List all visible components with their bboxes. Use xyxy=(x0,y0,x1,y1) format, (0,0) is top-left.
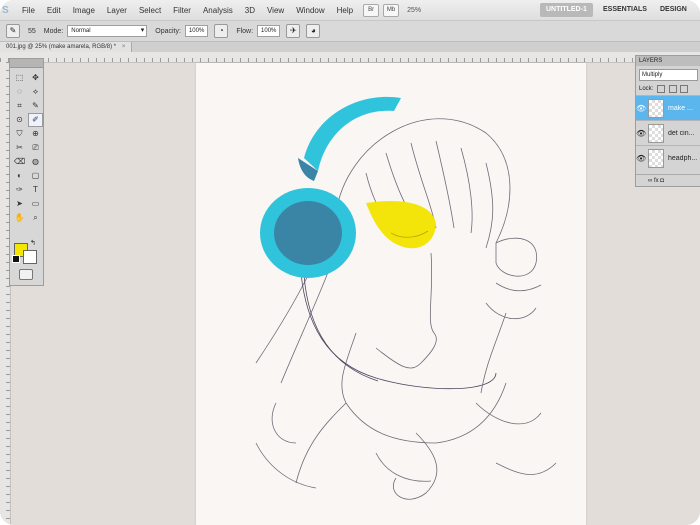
flow-field[interactable]: 100% xyxy=(257,25,281,37)
menu-view[interactable]: View xyxy=(261,6,290,15)
layers-panel: LAYERS Multiply Lock: 👁 make ... 👁 det c… xyxy=(635,55,700,187)
tools-panel: ⬚ ✥ ◌ ⟡ ⌗ ✎ ⊙ ✐ ⛉ ⊕ ✂ ⎚ ⌫ ◍ ◐ ▢ ✑ T ➤ ▭ … xyxy=(9,58,44,286)
lock-label: Lock: xyxy=(639,86,654,92)
lock-pixels-icon[interactable] xyxy=(668,85,677,93)
layer-row[interactable]: 👁 headph... xyxy=(636,145,700,170)
layer-thumbnail xyxy=(648,98,664,118)
eye-icon[interactable]: 👁 xyxy=(636,154,646,163)
brush-preset-icon[interactable]: ✎ xyxy=(6,24,20,38)
blend-mode-select[interactable]: Multiply xyxy=(639,69,698,81)
brush-size[interactable]: 55 xyxy=(28,28,36,35)
layer-name: det cin... xyxy=(668,129,695,137)
default-colors-icon[interactable] xyxy=(12,255,20,263)
zoom-level[interactable]: 25% xyxy=(407,7,421,14)
menu-select[interactable]: Select xyxy=(133,6,167,15)
zoom-tool-icon[interactable]: ⌕ xyxy=(29,212,42,224)
quick-mask-icon[interactable] xyxy=(19,269,33,280)
spot-healing-tool-icon[interactable]: ⊙ xyxy=(13,114,26,126)
menu-analysis[interactable]: Analysis xyxy=(197,6,239,15)
workspace-design-button[interactable]: DESIGN xyxy=(660,3,687,17)
menu-help[interactable]: Help xyxy=(331,6,359,15)
lock-position-icon[interactable] xyxy=(680,85,689,93)
flower-outline xyxy=(495,237,538,277)
clone-stamp-tool-icon[interactable]: ⛉ xyxy=(13,128,26,140)
menu-layer[interactable]: Layer xyxy=(101,6,133,15)
document-tab[interactable]: 001.jpg @ 25% (make amarela, RGB/8) * × xyxy=(0,42,133,52)
yellow-eye-shade xyxy=(366,200,436,249)
tools-panel-grip[interactable] xyxy=(10,59,43,68)
mini-bridge-button[interactable]: Mb xyxy=(383,3,400,17)
move-tool-icon[interactable]: ✥ xyxy=(29,72,42,84)
eraser-tool-icon[interactable]: ✂ xyxy=(13,142,26,154)
hand-tool-icon[interactable]: ✋ xyxy=(13,212,26,224)
pen-tool-icon[interactable]: ◐ xyxy=(13,170,26,182)
pressure-size-icon[interactable]: ◕ xyxy=(306,24,321,38)
eyedropper-tool-icon[interactable]: ✎ xyxy=(29,100,42,112)
horizontal-ruler xyxy=(0,52,700,63)
bridge-button[interactable]: Br xyxy=(363,3,380,17)
lock-row: Lock: xyxy=(639,85,698,93)
layer-row[interactable]: 👁 make ... xyxy=(636,95,700,120)
headphone-cup-inner xyxy=(274,201,342,265)
document-canvas[interactable] xyxy=(196,63,586,525)
brush-tool-icon[interactable]: ✐ xyxy=(28,113,43,127)
blur-tool-icon[interactable]: ⌫ xyxy=(13,156,26,168)
headphone-cable xyxy=(300,272,497,390)
menu-edit[interactable]: Edit xyxy=(41,6,67,15)
lock-transparent-icon[interactable] xyxy=(657,85,666,93)
layers-footer-icons[interactable]: ∞ fx ◘ xyxy=(636,174,700,186)
path-selection-tool-icon[interactable]: ✑ xyxy=(13,184,26,196)
lasso-tool-icon[interactable]: ◌ xyxy=(13,86,26,98)
mode-select[interactable]: Normal xyxy=(67,25,148,37)
menu-file[interactable]: File xyxy=(16,6,41,15)
dodge-tool-icon[interactable]: ◍ xyxy=(29,156,42,168)
app-logo: S xyxy=(2,4,9,16)
history-brush-tool-icon[interactable]: ⊕ xyxy=(29,128,42,140)
layer-name: headph... xyxy=(668,154,698,162)
crop-tool-icon[interactable]: ⌗ xyxy=(13,100,26,112)
layers-panel-title[interactable]: LAYERS xyxy=(636,56,700,66)
pressure-opacity-icon[interactable]: ◔ xyxy=(214,24,229,38)
artwork xyxy=(255,96,557,500)
workspace-essentials-button[interactable]: ESSENTIALS xyxy=(603,3,647,17)
marquee-tool-icon[interactable]: ⬚ xyxy=(13,72,26,84)
eye-icon[interactable]: 👁 xyxy=(636,104,646,113)
opacity-label: Opacity: xyxy=(155,27,181,35)
menu-bar: S File Edit Image Layer Select Filter An… xyxy=(0,0,700,21)
menu-window[interactable]: Window xyxy=(290,6,330,15)
face-profile xyxy=(420,252,437,364)
layer-thumbnail xyxy=(648,123,664,143)
document-tab-bar: 001.jpg @ 25% (make amarela, RGB/8) * × xyxy=(0,42,700,52)
photoshop-window: S File Edit Image Layer Select Filter An… xyxy=(0,0,700,525)
background-color-swatch[interactable] xyxy=(23,250,37,264)
eye-icon[interactable]: 👁 xyxy=(636,129,646,138)
direct-selection-tool-icon[interactable]: ➤ xyxy=(13,198,26,210)
layer-name: make ... xyxy=(668,104,693,112)
mode-label: Mode: xyxy=(43,27,64,35)
magic-wand-tool-icon[interactable]: ⟡ xyxy=(29,86,42,98)
flow-label: Flow: xyxy=(236,27,254,35)
options-bar: ✎ 55 Mode: Normal Opacity: 100% ◔ Flow: … xyxy=(0,21,700,42)
shape-tool-icon[interactable]: ▢ xyxy=(29,170,42,182)
layer-row[interactable]: 👁 det cin... xyxy=(636,120,700,145)
menu-filter[interactable]: Filter xyxy=(167,6,197,15)
airbrush-icon[interactable]: ✈ xyxy=(286,24,301,38)
close-icon[interactable]: × xyxy=(122,44,126,50)
headphone-band xyxy=(304,96,401,171)
layer-thumbnail xyxy=(648,148,664,168)
type-tool-icon[interactable]: T xyxy=(29,184,42,196)
rectangle-tool-icon[interactable]: ▭ xyxy=(29,198,42,210)
menu-3d[interactable]: 3D xyxy=(239,6,261,15)
workspace-untitled-button[interactable]: UNTITLED-1 xyxy=(540,3,593,17)
opacity-field[interactable]: 100% xyxy=(184,25,209,37)
document-tab-title: 001.jpg @ 25% (make amarela, RGB/8) * xyxy=(6,44,117,50)
swap-colors-icon[interactable]: ↰ xyxy=(30,239,36,247)
gradient-tool-icon[interactable]: ⎚ xyxy=(29,142,42,154)
menu-image[interactable]: Image xyxy=(67,6,101,15)
